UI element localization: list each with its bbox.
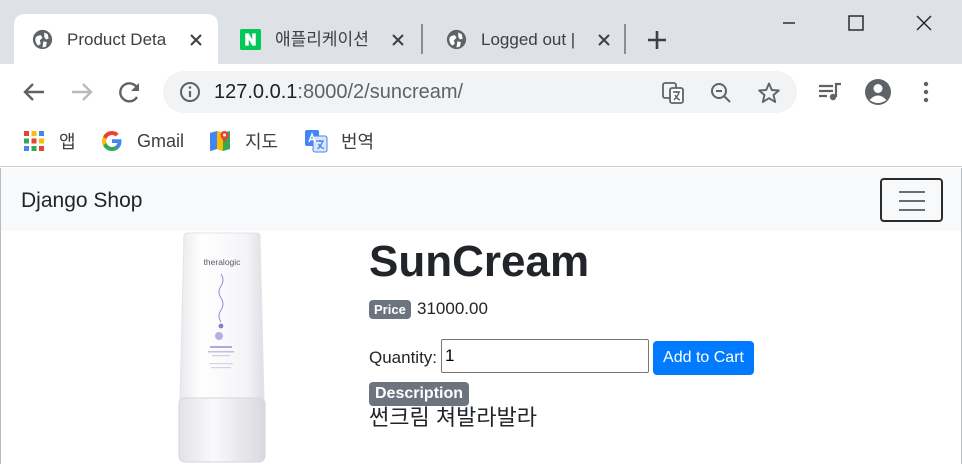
bookmark-maps[interactable]: 지도 <box>208 128 278 154</box>
description-badge: Description <box>369 382 470 406</box>
close-icon[interactable] <box>390 32 406 48</box>
globe-icon <box>446 29 467 50</box>
media-queue-icon[interactable] <box>816 78 844 106</box>
bookmark-gmail[interactable]: Gmail <box>100 128 184 154</box>
star-bookmark-icon[interactable] <box>757 81 781 105</box>
reload-icon[interactable] <box>116 78 144 106</box>
address-bar[interactable]: 127.0.0.1:8000/2/suncream/ <box>163 71 797 113</box>
translate-page-icon[interactable] <box>661 81 685 105</box>
browser-tab-strip: Product Deta 애플리케이션 Logged out | <box>0 0 962 64</box>
close-icon[interactable] <box>596 32 612 48</box>
bookmark-label: 번역 <box>341 132 375 152</box>
add-to-cart-button[interactable]: Add to Cart <box>653 341 754 375</box>
profile-avatar-icon[interactable] <box>864 78 892 106</box>
bookmark-translate[interactable]: 번역 <box>304 128 374 154</box>
site-navbar: Django Shop <box>1 168 961 231</box>
tab-separator <box>421 24 423 54</box>
url-text: 127.0.0.1:8000/2/suncream/ <box>214 81 463 103</box>
browser-toolbar: 127.0.0.1:8000/2/suncream/ <box>0 64 962 120</box>
bookmarks-bar: 앱 Gmail 지도 번역 <box>0 120 962 167</box>
hamburger-line <box>899 209 925 211</box>
back-arrow-icon[interactable] <box>20 78 48 106</box>
url-host: 127.0.0.1 <box>214 81 298 103</box>
window-close-icon[interactable] <box>901 0 947 46</box>
hamburger-line <box>899 191 925 193</box>
navbar-toggle-button[interactable] <box>880 178 943 222</box>
kebab-menu-icon[interactable] <box>912 78 940 106</box>
google-g-icon <box>102 131 122 151</box>
url-path: :8000/2/suncream/ <box>297 81 464 103</box>
zoom-out-icon[interactable] <box>709 81 733 105</box>
bookmark-label: Gmail <box>137 130 185 151</box>
quantity-label: Quantity: <box>369 348 438 367</box>
translate-icon <box>305 130 328 153</box>
description-text: 썬크림 쳐발라발라 <box>369 405 538 430</box>
tab-title: Product Deta <box>67 30 167 49</box>
hamburger-line <box>899 200 925 202</box>
bookmark-apps[interactable]: 앱 <box>22 128 76 154</box>
price-value: 31000.00 <box>417 299 488 318</box>
page-content: Django Shop theralogic SunCream Price 31… <box>0 168 962 464</box>
tab-product-detail[interactable]: Product Deta <box>14 14 218 64</box>
naver-n-icon <box>240 29 261 50</box>
price-badge: Price <box>369 300 411 319</box>
product-image: theralogic <box>178 232 266 463</box>
quantity-input[interactable] <box>441 339 649 373</box>
tab-title: Logged out | <box>481 30 576 49</box>
site-brand-link[interactable]: Django Shop <box>21 188 142 213</box>
tab-separator <box>624 24 626 54</box>
product-brand-text: theralogic <box>204 257 242 267</box>
maximize-icon[interactable] <box>833 0 879 46</box>
new-tab-plus-icon[interactable] <box>644 27 670 53</box>
close-icon[interactable] <box>188 32 204 48</box>
tab-logged-out[interactable]: Logged out | <box>428 14 626 64</box>
bookmark-label: 앱 <box>59 132 76 152</box>
tab-naver-application[interactable]: 애플리케이션 <box>222 14 420 64</box>
maps-pin-icon <box>210 131 230 151</box>
minimize-icon[interactable] <box>766 0 812 46</box>
bookmark-label: 지도 <box>245 132 279 152</box>
globe-icon <box>32 29 53 50</box>
product-title: SunCream <box>369 237 590 286</box>
forward-arrow-icon[interactable] <box>68 78 96 106</box>
apps-grid-icon <box>24 131 44 151</box>
tab-title: 애플리케이션 <box>275 30 369 49</box>
info-icon[interactable] <box>179 81 201 103</box>
